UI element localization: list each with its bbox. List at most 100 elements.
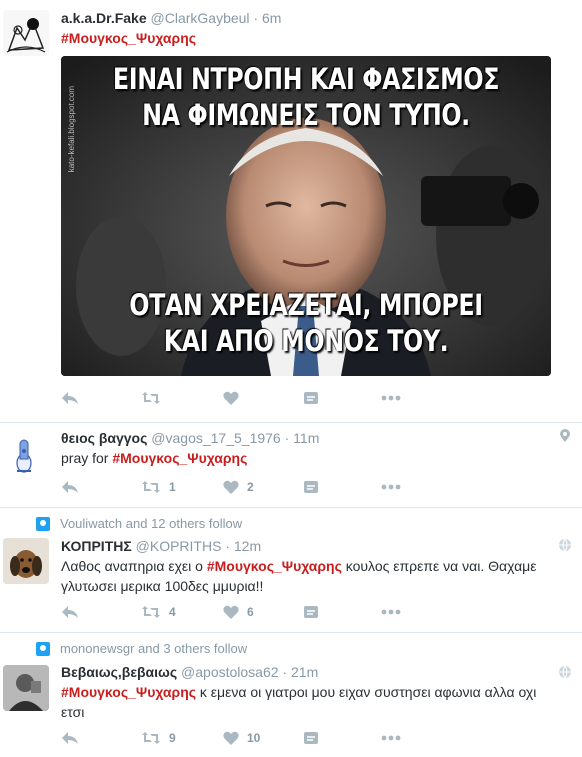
separator-dot: · bbox=[282, 664, 288, 680]
follow-context[interactable]: mononewsgr and 3 others follow bbox=[36, 641, 247, 656]
more-button[interactable] bbox=[381, 602, 401, 622]
retweet-count: 9 bbox=[169, 731, 176, 745]
tweet[interactable]: Vouliwatch and 12 others follow ΚΟΠΡΙΤΗΣ… bbox=[0, 508, 582, 632]
avatar[interactable] bbox=[6, 431, 52, 477]
follow-context-text: mononewsgr and 3 others follow bbox=[60, 641, 248, 656]
globe-icon bbox=[559, 538, 571, 552]
meme-caption-top: ΕΙΝΑΙ ΝΤΡΟΠΗ ΚΑΙ ΦΑΣΙΣΜΟΣ bbox=[112, 62, 500, 96]
avatar[interactable] bbox=[3, 665, 49, 711]
reply-button[interactable] bbox=[61, 477, 79, 497]
more-button[interactable] bbox=[381, 728, 401, 748]
hashtag-link[interactable]: #Μουγκος_Ψυχαρης bbox=[112, 450, 247, 466]
direct-message-button[interactable] bbox=[303, 728, 319, 748]
separator-dot: · bbox=[225, 538, 230, 554]
dm-icon bbox=[304, 606, 318, 618]
user-handle[interactable]: @KOPRITHS bbox=[136, 538, 222, 554]
tweet-text-suffix: κ εμενα οι γιατροι μου ειχαν συστησει αφ… bbox=[196, 684, 537, 700]
like-count: 2 bbox=[247, 480, 254, 494]
user-handle[interactable]: @vagos_17_5_1976 bbox=[151, 430, 280, 446]
direct-message-button[interactable] bbox=[303, 388, 319, 408]
reply-icon bbox=[62, 606, 78, 618]
retweet-button[interactable]: 1 bbox=[141, 477, 176, 497]
more-icon bbox=[381, 484, 401, 490]
reply-button[interactable] bbox=[61, 388, 79, 408]
retweet-button[interactable]: 9 bbox=[141, 728, 176, 748]
reply-icon bbox=[62, 732, 78, 744]
dog-avatar-image bbox=[3, 538, 49, 584]
display-name[interactable]: θειος βαγγος bbox=[61, 430, 147, 446]
tweet-header: ΚΟΠΡΙΤΗΣ @KOPRITHS · 12m bbox=[61, 538, 261, 554]
avatar[interactable] bbox=[3, 10, 49, 56]
direct-message-button[interactable] bbox=[303, 477, 319, 497]
like-icon bbox=[223, 480, 239, 494]
retweet-icon bbox=[142, 606, 160, 618]
display-name[interactable]: ΚΟΠΡΙΤΗΣ bbox=[61, 538, 132, 554]
like-icon bbox=[223, 605, 239, 619]
retweet-icon bbox=[142, 732, 160, 744]
like-icon bbox=[223, 391, 239, 405]
retweet-button[interactable] bbox=[141, 388, 161, 408]
timestamp[interactable]: 21m bbox=[291, 664, 318, 680]
tweet-image[interactable]: kato-kefali.blogspot.com ΕΙΝΑΙ ΝΤΡΟΠΗ ΚΑ… bbox=[61, 56, 551, 376]
more-icon bbox=[381, 735, 401, 741]
more-button[interactable] bbox=[381, 388, 401, 408]
more-icon bbox=[381, 395, 401, 401]
like-count: 10 bbox=[247, 731, 261, 745]
tweet-text: #Μουγκος_Ψυχαρης κ εμενα οι γιατροι μου … bbox=[61, 682, 561, 722]
timestamp[interactable]: 11m bbox=[293, 430, 319, 446]
reply-icon bbox=[62, 392, 78, 404]
like-count: 6 bbox=[247, 605, 254, 619]
follow-context-icon bbox=[36, 516, 50, 531]
hashtag-link[interactable]: #Μουγκος_Ψυχαρης bbox=[61, 30, 196, 46]
tweet-text-prefix: Λαθος αναπηρια εχει ο bbox=[61, 558, 207, 574]
tweet-actions: 1 2 bbox=[61, 477, 561, 497]
tweet-header: θειος βαγγος @vagos_17_5_1976 · 11m bbox=[61, 430, 319, 446]
display-name[interactable]: Βεβαιως,βεβαιως bbox=[61, 664, 177, 680]
dm-icon bbox=[304, 392, 318, 404]
like-icon bbox=[223, 731, 239, 745]
follow-context[interactable]: Vouliwatch and 12 others follow bbox=[36, 516, 242, 531]
tweet-text: #Μουγκος_Ψυχαρης bbox=[61, 28, 561, 48]
like-button[interactable] bbox=[223, 388, 239, 408]
avatar[interactable] bbox=[3, 538, 49, 584]
cartoon-avatar-image bbox=[6, 431, 52, 477]
direct-message-button[interactable] bbox=[303, 602, 319, 622]
separator-dot: · bbox=[284, 430, 290, 446]
retweet-icon bbox=[142, 392, 160, 404]
portrait-avatar-image bbox=[3, 665, 49, 711]
tweet[interactable]: a.k.a.Dr.Fake @ClarkGaybeul · 6m #Μουγκο… bbox=[0, 0, 582, 422]
tweet[interactable]: θειος βαγγος @vagos_17_5_1976 · 11m pray… bbox=[0, 423, 582, 507]
reply-button[interactable] bbox=[61, 728, 79, 748]
meme-caption-bottom: ΟΤΑΝ ΧΡΕΙΑΖΕΤΑΙ, ΜΠΟΡΕΙ bbox=[129, 288, 483, 322]
dm-icon bbox=[304, 481, 318, 493]
hashtag-link[interactable]: #Μουγκος_Ψυχαρης bbox=[207, 558, 342, 574]
timestamp[interactable]: 12m bbox=[234, 538, 261, 554]
location-icon[interactable] bbox=[558, 429, 572, 443]
like-button[interactable]: 6 bbox=[223, 602, 254, 622]
tweet-text-line-2: ετσι bbox=[61, 704, 85, 720]
image-credit: kato-kefali.blogspot.com bbox=[67, 86, 76, 173]
separator-dot: · bbox=[253, 10, 259, 26]
globe-icon bbox=[559, 665, 571, 679]
dm-icon bbox=[304, 732, 318, 744]
user-handle[interactable]: @ClarkGaybeul bbox=[151, 10, 250, 26]
cartoon-avatar-image bbox=[3, 10, 49, 56]
user-handle[interactable]: @apostolosa62 bbox=[181, 664, 279, 680]
like-button[interactable]: 10 bbox=[223, 728, 260, 748]
tweet-text: Λαθος αναπηρια εχει ο #Μουγκος_Ψυχαρης κ… bbox=[61, 556, 561, 596]
retweet-count: 4 bbox=[169, 605, 176, 619]
follow-context-text: Vouliwatch and 12 others follow bbox=[60, 516, 243, 531]
more-button[interactable] bbox=[381, 477, 401, 497]
hashtag-link[interactable]: #Μουγκος_Ψυχαρης bbox=[61, 684, 196, 700]
retweet-count: 1 bbox=[169, 480, 176, 494]
display-name[interactable]: a.k.a.Dr.Fake bbox=[61, 10, 147, 26]
tweet[interactable]: mononewsgr and 3 others follow Βεβαιως,β… bbox=[0, 633, 582, 757]
reply-button[interactable] bbox=[61, 602, 79, 622]
like-button[interactable]: 2 bbox=[223, 477, 254, 497]
more-icon bbox=[381, 609, 401, 615]
meme-caption-bottom-2: ΚΑΙ ΑΠΟ ΜΟΝΟΣ ΤΟΥ. bbox=[163, 324, 449, 358]
tweet-header: a.k.a.Dr.Fake @ClarkGaybeul · 6m bbox=[61, 10, 281, 26]
retweet-button[interactable]: 4 bbox=[141, 602, 176, 622]
reply-icon bbox=[62, 481, 78, 493]
timestamp[interactable]: 6m bbox=[262, 10, 281, 26]
